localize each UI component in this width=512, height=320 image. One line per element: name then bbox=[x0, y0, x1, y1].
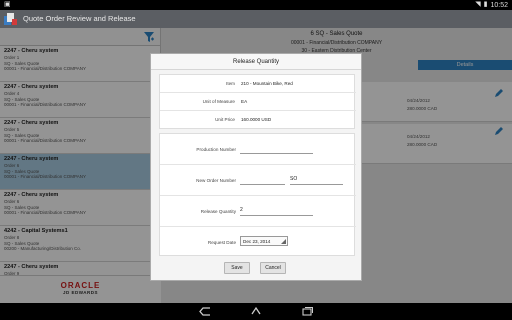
order-type-input[interactable] bbox=[290, 174, 343, 185]
dropdown-corner-icon bbox=[281, 239, 286, 244]
back-icon[interactable] bbox=[198, 306, 212, 317]
request-date-picker[interactable]: Dec 23, 2014 bbox=[240, 236, 288, 246]
row-production-number: Production Number bbox=[160, 134, 356, 165]
app-logo-icon[interactable] bbox=[3, 12, 18, 26]
new-order-number-input[interactable] bbox=[240, 174, 285, 185]
request-date-label: Request Date bbox=[207, 240, 236, 245]
app-bar: Quote Order Review and Release bbox=[0, 10, 512, 28]
wifi-icon: ◥ bbox=[475, 1, 481, 8]
release-quantity-label: Release Quantity bbox=[200, 209, 236, 214]
row-request-date: Request Date Dec 23, 2014 bbox=[160, 227, 356, 258]
row-release-quantity: Release Quantity bbox=[160, 196, 356, 227]
production-number-label: Production Number bbox=[196, 147, 236, 152]
production-number-input[interactable] bbox=[240, 143, 313, 154]
item-info-box: Item 210 - Mountain Bike, Red Unit of Me… bbox=[159, 74, 356, 129]
system-nav-bar bbox=[0, 303, 512, 320]
info-label: Item bbox=[226, 81, 235, 86]
info-value: 210 - Mountain Bike, Red bbox=[241, 81, 293, 86]
status-bar: ▣ ◥ ▮ 10:52 bbox=[0, 0, 512, 10]
battery-icon: ▮ bbox=[483, 1, 488, 8]
app-title: Quote Order Review and Release bbox=[23, 14, 136, 23]
request-date-value: Dec 23, 2014 bbox=[243, 239, 271, 244]
new-order-number-label: New Order Number bbox=[196, 178, 236, 183]
release-quantity-dialog: Release Quantity Item 210 - Mountain Bik… bbox=[150, 53, 362, 281]
info-row-item: Item 210 - Mountain Bike, Red bbox=[160, 75, 356, 93]
info-label: Unit Price bbox=[215, 117, 235, 122]
info-row-unit-price: Unit Price 160.0000 USD bbox=[160, 111, 356, 129]
release-quantity-input[interactable] bbox=[240, 205, 313, 216]
clock: 10:52 bbox=[490, 1, 508, 9]
row-new-order-number: New Order Number bbox=[160, 165, 356, 196]
notification-icon: ▣ bbox=[4, 1, 11, 8]
notification-icons: ▣ bbox=[4, 1, 11, 9]
save-button[interactable]: Save bbox=[224, 262, 250, 274]
dialog-title: Release Quantity bbox=[151, 54, 361, 70]
release-form: Production Number New Order Number Relea… bbox=[159, 133, 356, 258]
status-icons: ◥ ▮ 10:52 bbox=[475, 1, 508, 9]
info-value: 160.0000 USD bbox=[241, 117, 272, 122]
recent-apps-icon[interactable] bbox=[300, 306, 314, 317]
home-icon[interactable] bbox=[249, 306, 263, 317]
info-label: Unit of Measure bbox=[202, 99, 235, 104]
cancel-button[interactable]: Cancel bbox=[260, 262, 286, 274]
info-value: EA bbox=[241, 99, 248, 104]
info-row-uom: Unit of Measure EA bbox=[160, 93, 356, 111]
